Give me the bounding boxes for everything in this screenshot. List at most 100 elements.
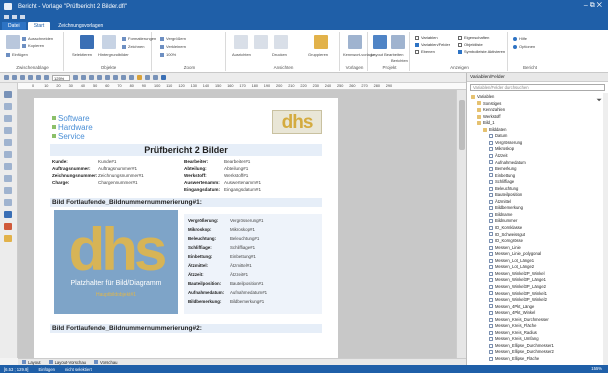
tree-item[interactable]: Messen_Winkel3P_Länge1 (489, 277, 546, 282)
undo-icon[interactable] (12, 14, 17, 19)
options-button[interactable]: Optionen (513, 44, 535, 49)
distribute-icon[interactable] (36, 75, 41, 80)
info-row[interactable]: Eingangsdatum: Eingangsdatum#1 (184, 187, 261, 192)
align-icon[interactable] (254, 35, 268, 49)
print-icon[interactable] (274, 35, 288, 49)
tree-item[interactable]: Messen_Winkel2P_Winkel (489, 271, 545, 276)
tree-item[interactable]: Bildnummer (489, 218, 517, 223)
image-placeholder[interactable]: dhs Platzhalter für Bild/Diagramm Hauptb… (54, 210, 178, 314)
tree-item[interactable]: Messen_Linie (489, 245, 521, 250)
tree-item[interactable]: Messen_Ellipse_Durchmesser1 (489, 343, 554, 348)
cut-icon[interactable] (6, 35, 20, 49)
image-tool-icon[interactable] (4, 139, 12, 146)
field-row[interactable]: Ätzzeit: Ätzzeit#1 (188, 272, 248, 277)
checkbox[interactable] (458, 35, 462, 40)
tree-item[interactable]: Messen_Kreis_Durchmesser (489, 317, 549, 322)
tree-item[interactable]: Messen_Ellipse_Fläche (489, 356, 539, 361)
field-tool-icon[interactable] (4, 187, 12, 194)
tree-item[interactable]: Messen_4Pkt_Länge (489, 304, 534, 309)
tree-item[interactable]: Ätzzeit (489, 153, 508, 158)
status-zoom[interactable]: 155% (591, 366, 602, 371)
background-button[interactable]: Hintergrundbilder (98, 52, 129, 57)
highlight-tool-icon[interactable] (4, 235, 12, 242)
field-row[interactable]: Vergrößerung: Vergrösserung#1 (188, 218, 263, 223)
tree-item[interactable]: Aufnahmedatum (489, 160, 526, 165)
zoom-100-button[interactable]: 100% (160, 52, 176, 57)
report-page[interactable]: Software Hardware Service dhs Prüfberich… (34, 98, 338, 358)
fit-icon[interactable] (89, 75, 94, 80)
field-row[interactable]: Einbettung: Einbettung#1 (188, 254, 256, 259)
rect-icon[interactable] (153, 75, 158, 80)
tab-start[interactable]: Start (27, 22, 51, 30)
select-button[interactable]: Selektieren (72, 52, 92, 57)
tree-item[interactable]: Messen_4Pkt_Winkel (489, 310, 535, 315)
check-layers[interactable]: Ebenen (415, 49, 435, 54)
report-title[interactable]: Prüfbericht 2 Bilder (50, 144, 322, 156)
tree-item[interactable]: Messen_Winkel3P_Winkel1 (489, 291, 547, 296)
canvas-scrollbar[interactable] (456, 90, 466, 358)
barcode-tool-icon[interactable] (4, 175, 12, 182)
info-row[interactable]: Werkstoff: Werkstoff#1 (184, 173, 248, 178)
tab-preview[interactable]: Vorschau (94, 360, 117, 365)
check-variables[interactable]: Variablen (415, 35, 438, 40)
section-title-image1[interactable]: Bild Fortlaufende_Bildnummernummerierung… (50, 198, 322, 207)
background-image-icon[interactable] (102, 35, 116, 49)
tree-item[interactable]: Messen_Winkel3P_Länge2 (489, 284, 546, 289)
paste-button[interactable]: Einfügen (6, 52, 28, 57)
underline-icon[interactable] (129, 75, 134, 80)
tree-item[interactable]: Bild_1 (477, 120, 495, 125)
copy-button[interactable]: Kopieren (22, 43, 44, 48)
tree-item[interactable]: Ätzmittel (489, 199, 511, 204)
layout-icon[interactable] (234, 35, 248, 49)
panel-search-input[interactable]: Variablen/Felder durchsuchen (470, 84, 605, 91)
window-controls[interactable]: – ⧉ ✕ (584, 2, 602, 10)
align-center-icon[interactable] (20, 75, 25, 80)
tree-item[interactable]: Vergrösserung (489, 140, 522, 145)
check-properties[interactable]: Eigenschaften (458, 35, 489, 40)
zoom-in-icon[interactable] (73, 75, 78, 80)
check-toolbar[interactable]: Symbolleiste Aktivieren (458, 49, 505, 54)
field-row[interactable]: Bildbemerkung: Bildbemerkung#1 (188, 299, 264, 304)
tab-layout[interactable]: Layout (22, 360, 41, 365)
tree-item[interactable]: ID_Kornklasse (489, 225, 522, 230)
info-row[interactable]: Auswertenamm: Auswertenamm#1 (184, 180, 261, 185)
help-icon[interactable] (161, 75, 166, 80)
text-tool-icon[interactable] (4, 103, 12, 110)
scrollbar-thumb[interactable] (459, 100, 465, 150)
align-right-icon[interactable] (28, 75, 33, 80)
tree-item[interactable]: Kennzahlen (477, 107, 505, 112)
check-variables-fields[interactable]: Variablen/Felder (415, 42, 450, 47)
chart-tool-icon[interactable] (4, 163, 12, 170)
line-tool-icon[interactable] (4, 115, 12, 122)
group-tool-icon[interactable] (4, 199, 12, 206)
tree-item[interactable]: Schliffiage (489, 179, 514, 184)
field-row[interactable]: Ätzmittel: Ätzmittel#1 (188, 263, 252, 268)
tree-item[interactable]: Bildname (489, 212, 512, 217)
bold-icon[interactable] (113, 75, 118, 80)
field-row[interactable]: Schliffiage: Schliffiage#1 (188, 245, 255, 250)
zoom-out-button[interactable]: Verkleinern (160, 44, 186, 49)
group-button[interactable]: Gruppieren (308, 52, 328, 57)
zoom-select[interactable]: 125% (52, 74, 70, 81)
tree-item[interactable]: Messen_Linie_polygonal (489, 251, 541, 256)
align-left-icon[interactable] (12, 75, 17, 80)
format-button[interactable]: Formatierungen (122, 36, 156, 41)
delete-tool-icon[interactable] (4, 223, 12, 230)
tab-zeichnungsvorlagen[interactable]: Zeichnungsvorlagen (52, 22, 109, 30)
tree-item[interactable]: Messen_Kreis_Umfang (489, 336, 539, 341)
font-icon[interactable] (105, 75, 110, 80)
tree-item[interactable]: Messen_Kreis_Radius (489, 330, 537, 335)
cut-button[interactable]: Ausschneiden (22, 36, 53, 41)
tree-item[interactable]: Bildbemerkung (489, 205, 523, 210)
page-icon[interactable] (97, 75, 102, 80)
section-title-image2[interactable]: Bild Fortlaufende_Bildnummernummerierung… (50, 324, 322, 333)
tree-item[interactable]: Mikroskop (489, 146, 514, 151)
align-button[interactable]: Ausrichten (232, 52, 251, 57)
panel-scrollbar[interactable] (603, 93, 608, 365)
checkbox[interactable] (415, 35, 419, 40)
tree-item[interactable]: Beleuchtung (489, 186, 518, 191)
design-canvas[interactable]: Software Hardware Service dhs Prüfberich… (18, 90, 466, 358)
field-row[interactable]: Mikroskop: Mikroskop#1 (188, 227, 255, 232)
tree-item[interactable]: Messen_Winkel3P_Winkel2 (489, 297, 547, 302)
info-row[interactable]: Zeichnungsnummer:Zeichnungsnummer#1 (52, 173, 144, 178)
